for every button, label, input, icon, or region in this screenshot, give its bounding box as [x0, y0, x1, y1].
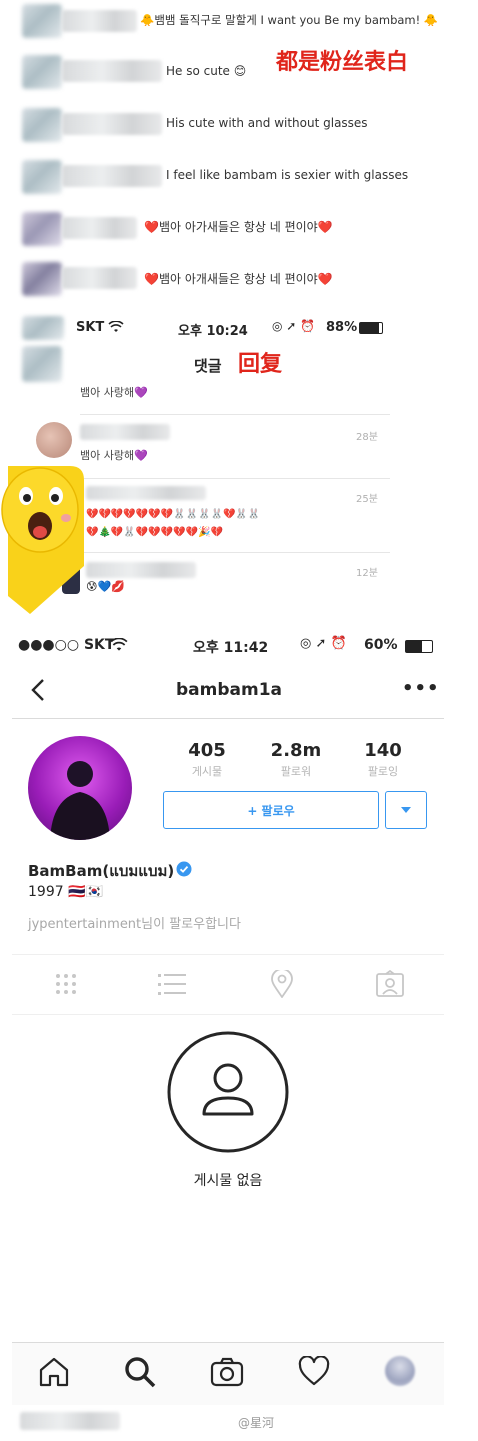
- comment-text: 뱀아 사랑해💜: [80, 386, 148, 399]
- comment-time: 25분: [356, 494, 378, 505]
- divider: [80, 552, 390, 553]
- username-blur: [62, 10, 137, 32]
- profile-tab-avatar[interactable]: [385, 1356, 415, 1386]
- status-icons: ◎ ➚ ⏰: [300, 636, 347, 651]
- username-blur: [86, 562, 196, 578]
- display-name: BamBam(แบมแบม): [28, 862, 175, 880]
- stat-posts-label: 게시물: [191, 765, 223, 778]
- comment-text: He so cute 😊: [166, 64, 247, 78]
- stat-followers-label[interactable]: 팔로워: [256, 763, 336, 779]
- empty-profile-user-icon: [167, 1031, 289, 1153]
- location-pin-icon[interactable]: [271, 970, 293, 998]
- annotation-fans-confess: 都是粉丝表白: [276, 50, 409, 75]
- blurred-avatar: [22, 346, 62, 382]
- clock: 오후 11:42: [193, 640, 269, 656]
- avatar: [22, 262, 62, 296]
- wifi-icon: [108, 321, 124, 332]
- avatar: [22, 55, 62, 89]
- divider: [12, 954, 444, 955]
- more-options-icon[interactable]: •••: [402, 678, 440, 699]
- comment-time: 12분: [356, 568, 378, 579]
- comment-text: I feel like bambam is sexier with glasse…: [166, 168, 409, 182]
- grid-view-icon[interactable]: [54, 972, 78, 996]
- clock: 오후 10:24: [178, 324, 248, 339]
- username-blur: [62, 113, 162, 135]
- username-blur: [86, 486, 206, 500]
- stat-posts-count: 405: [188, 740, 226, 761]
- watermark-text: @星河: [238, 1416, 275, 1430]
- status-icons: ◎ ➚ ⏰: [272, 319, 316, 333]
- commenter-avatar[interactable]: [36, 422, 72, 458]
- stat-following-label[interactable]: 팔로잉: [343, 763, 423, 779]
- username-blur: [62, 165, 162, 187]
- battery-text: 88%: [326, 320, 358, 335]
- avatar: [22, 212, 62, 246]
- back-arrow-icon[interactable]: [30, 678, 46, 702]
- username-blur: [62, 217, 137, 239]
- comment-text: 뱀아 사랑해💜: [80, 449, 148, 462]
- heart-icon[interactable]: [298, 1356, 330, 1386]
- comment-text: ❤️뱀아 아가새들은 항상 네 편이야❤️: [144, 220, 333, 234]
- blurred-signal: [22, 316, 64, 340]
- divider: [80, 414, 390, 415]
- comments-title: 댓글: [194, 357, 222, 375]
- comment-text: 💔💔💔💔💔💔💔🐰🐰🐰🐰💔🐰🐰 💔🎄💔🐰💔💔💔💔💔🎉💔: [86, 509, 261, 538]
- divider: [80, 478, 390, 479]
- comment-text: 🐥뱀뱀 돌직구로 말할게 I want you Be my bambam! 🐥: [140, 13, 439, 27]
- comment-text: 😰💙💋: [86, 580, 125, 593]
- suggestions-dropdown-button[interactable]: [385, 791, 427, 829]
- battery-icon: [405, 640, 433, 653]
- verified-badge-icon: [176, 861, 192, 877]
- search-icon[interactable]: [124, 1356, 156, 1388]
- stat-following-count[interactable]: 140: [343, 740, 423, 761]
- wifi-icon: [110, 638, 128, 651]
- home-icon[interactable]: [38, 1356, 70, 1388]
- tagged-photos-icon[interactable]: [376, 970, 404, 998]
- list-view-icon[interactable]: [158, 972, 186, 996]
- username-blur: [80, 424, 170, 440]
- avatar[interactable]: [28, 736, 132, 840]
- cropped-row-blur: [20, 1412, 120, 1430]
- username-blur: [62, 60, 162, 82]
- camera-icon[interactable]: [210, 1356, 244, 1388]
- chick-sticker-icon: [1, 466, 84, 614]
- username-blur: [62, 267, 137, 289]
- carrier: SKT: [76, 320, 105, 335]
- followed-by-text[interactable]: jypentertainment님이 팔로우합니다: [28, 913, 241, 932]
- avatar: [22, 4, 62, 38]
- comment-text: ❤️뱀아 아개새들은 항상 네 편이야❤️: [144, 272, 333, 286]
- chevron-down-icon: [401, 807, 411, 813]
- header-divider: [12, 718, 444, 719]
- divider: [12, 1014, 444, 1015]
- profile-username-title: bambam1a: [176, 680, 283, 700]
- comment-text: His cute with and without glasses: [166, 116, 368, 130]
- empty-posts-text: 게시물 없음: [193, 1173, 263, 1189]
- carrier: ●●●○○ SKT: [18, 637, 115, 653]
- battery-icon: [359, 322, 383, 334]
- avatar: [22, 108, 62, 142]
- profile-photo-icon: [50, 761, 110, 840]
- battery-text: 60%: [364, 637, 398, 653]
- bio: 1997 🇹🇭🇰🇷: [28, 884, 103, 900]
- stat-followers-count[interactable]: 2.8m: [256, 740, 336, 761]
- avatar: [22, 160, 62, 194]
- comment-time: 28분: [356, 432, 378, 443]
- annotation-reply: 回复: [238, 352, 283, 377]
- follow-button[interactable]: + 팔로우: [163, 791, 379, 829]
